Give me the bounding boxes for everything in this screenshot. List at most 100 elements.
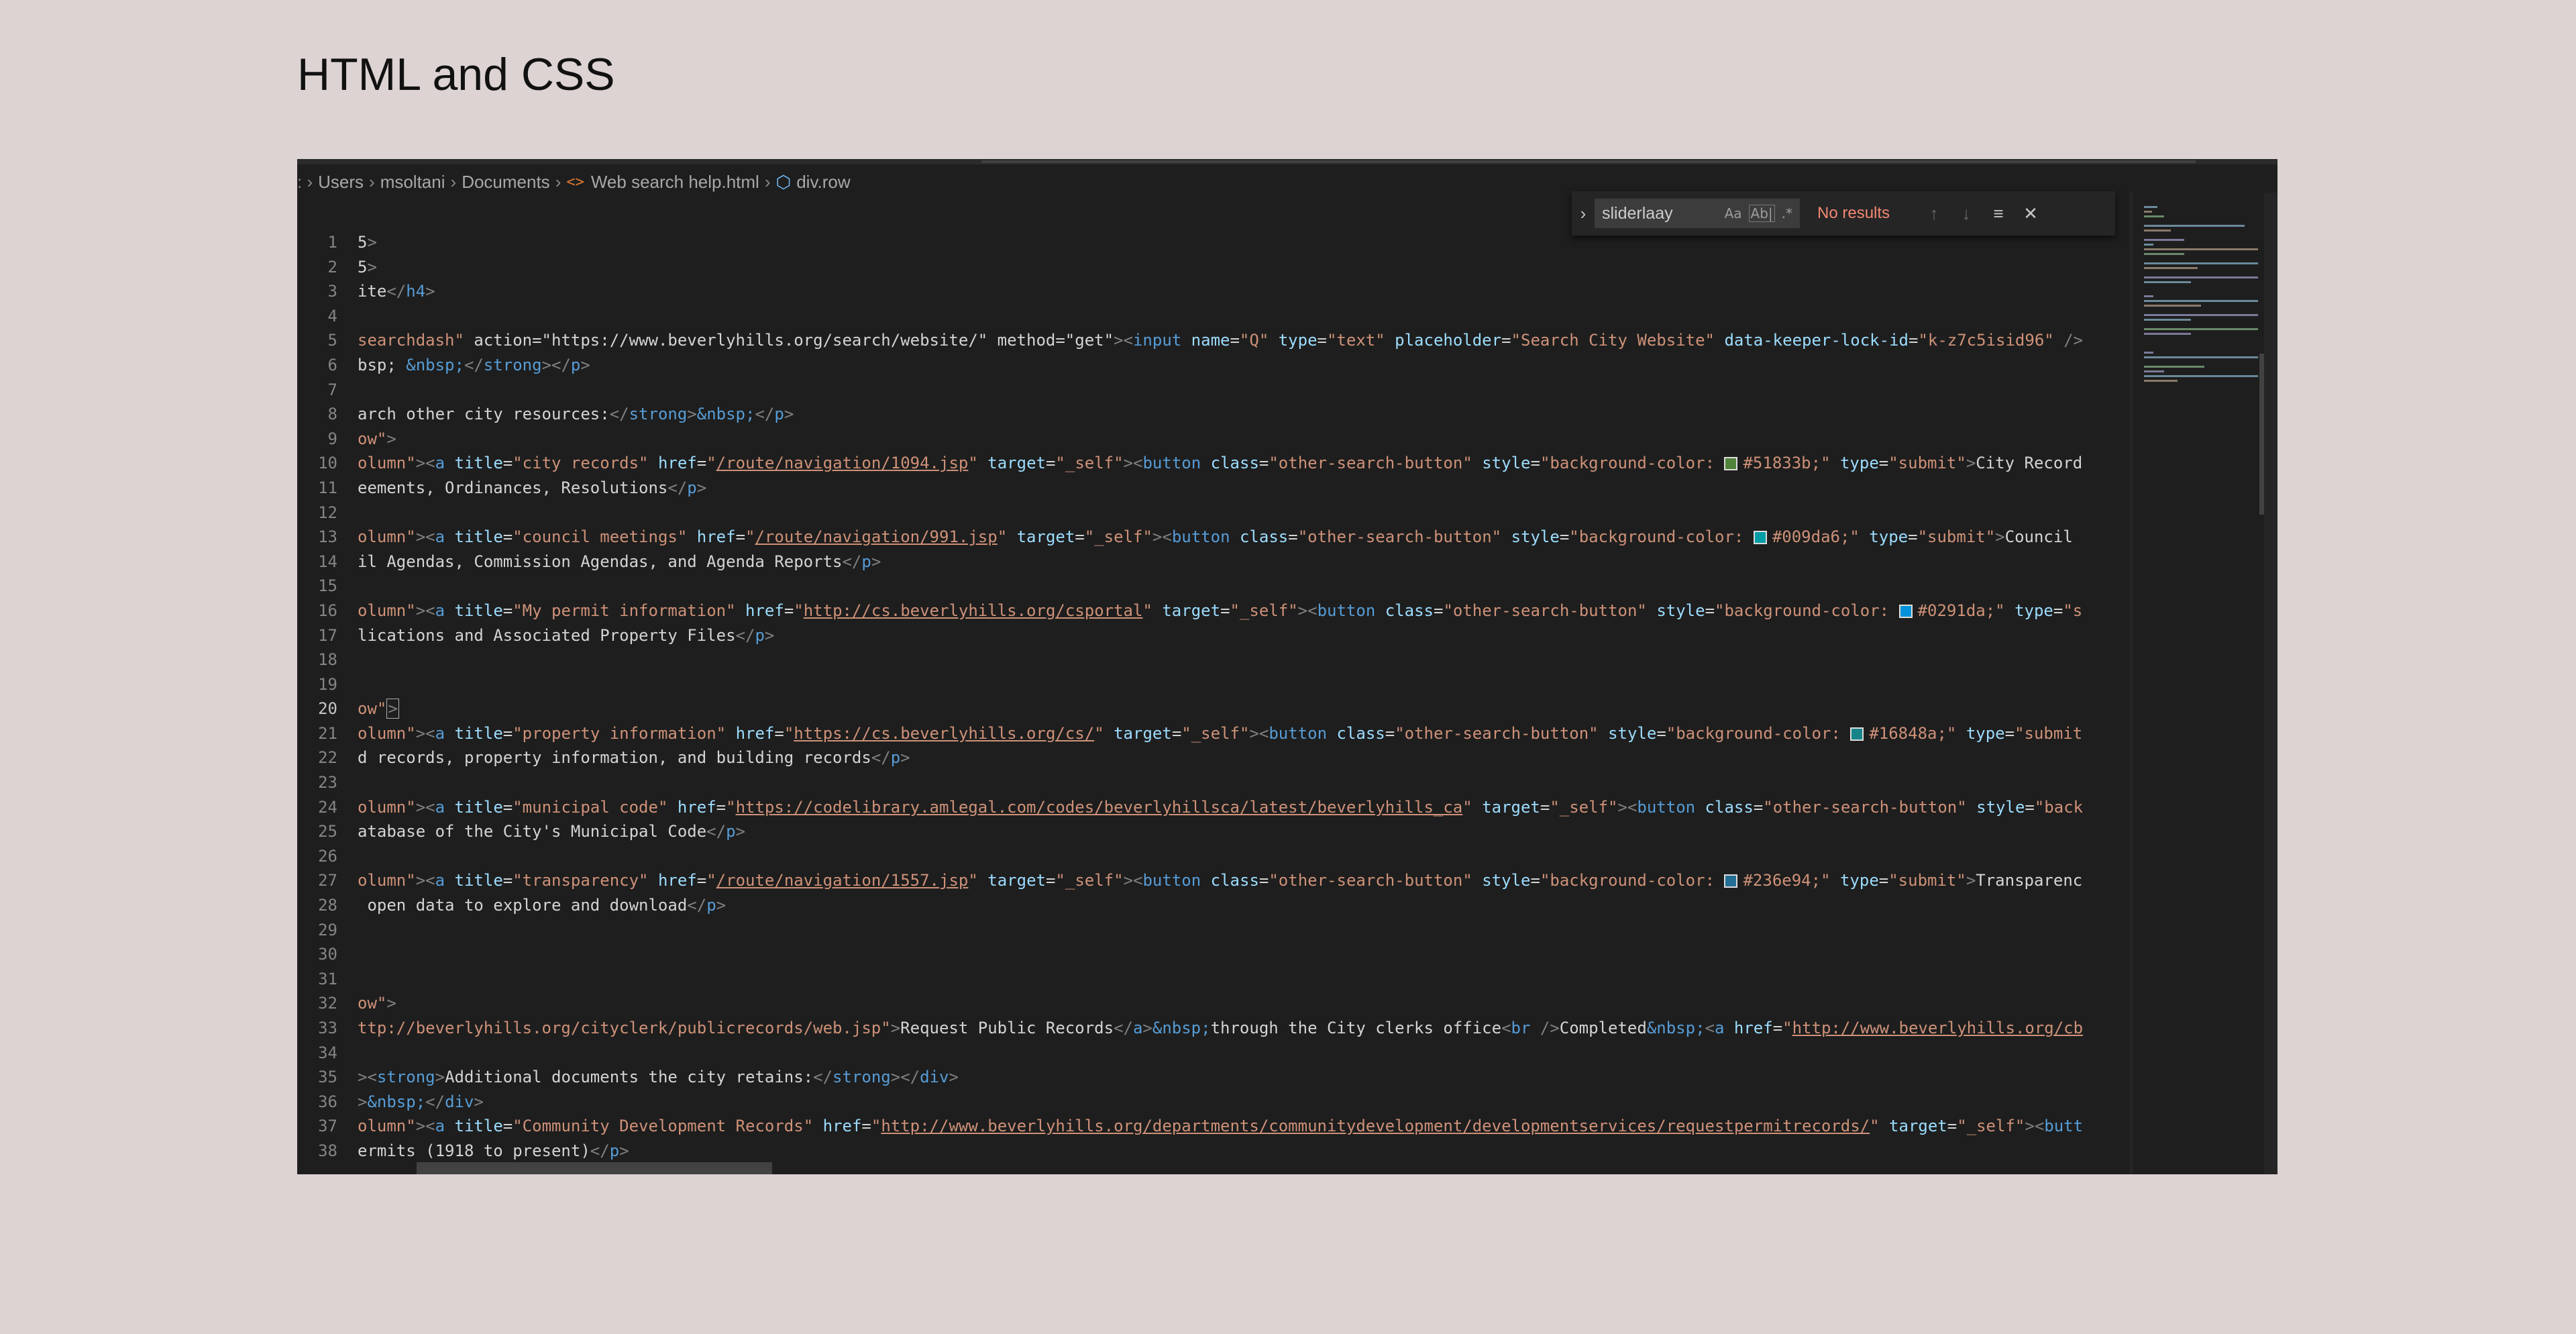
breadcrumb-item-documents[interactable]: Documents: [462, 172, 550, 193]
chevron-right-icon: : ›: [297, 171, 313, 192]
html-file-icon: <>: [566, 173, 584, 191]
chevron-right-icon: ›: [450, 171, 457, 192]
code-line[interactable]: [358, 574, 2135, 599]
code-line[interactable]: il Agendas, Commission Agendas, and Agen…: [358, 550, 2135, 574]
code-line[interactable]: ermits (1918 to present)</p>: [358, 1139, 2135, 1164]
minimap-line: [2144, 314, 2258, 316]
minimap-line: [2144, 370, 2164, 372]
chevron-right-icon: ›: [555, 171, 561, 192]
editor-vertical-scrollbar[interactable]: [2129, 193, 2133, 1174]
code-area[interactable]: 5> 5> ite</h4> searchdash" action="https://…: [358, 230, 2135, 1164]
code-line[interactable]: [358, 672, 2135, 697]
code-line[interactable]: olumn"><a title="transparency" href="/ro…: [358, 868, 2135, 893]
line-number: 12: [318, 503, 337, 522]
code-line[interactable]: searchdash" action="https://www.beverlyh…: [358, 328, 2135, 353]
tab-scrollbar[interactable]: [297, 159, 2277, 164]
breadcrumb-item-symbol[interactable]: div.row: [796, 172, 850, 193]
code-line[interactable]: olumn"><a title="Community Development R…: [358, 1114, 2135, 1139]
code-line[interactable]: ow">: [358, 991, 2135, 1016]
minimap-line: [2144, 295, 2153, 297]
line-number: 37: [318, 1117, 337, 1136]
code-line[interactable]: [358, 942, 2135, 967]
code-line[interactable]: >&nbsp;</div>: [358, 1090, 2135, 1115]
minimap-line: [2144, 211, 2152, 213]
code-line[interactable]: open data to explore and download</p>: [358, 893, 2135, 918]
find-input-value[interactable]: sliderlaay: [1595, 204, 1725, 223]
page-title: HTML and CSS: [297, 49, 615, 100]
close-icon[interactable]: ✕: [2015, 203, 2047, 224]
code-line[interactable]: [358, 967, 2135, 992]
line-number: 14: [318, 552, 337, 571]
horizontal-scrollbar-thumb[interactable]: [417, 1162, 772, 1174]
find-status: No results: [1817, 204, 1890, 222]
code-line[interactable]: bsp; &nbsp;</strong></p>: [358, 353, 2135, 378]
line-number: 30: [318, 945, 337, 964]
line-number: 33: [318, 1019, 337, 1037]
code-line[interactable]: olumn"><a title="municipal code" href="h…: [358, 795, 2135, 820]
line-number: 31: [318, 969, 337, 988]
code-line[interactable]: eements, Ordinances, Resolutions</p>: [358, 476, 2135, 501]
line-number: 5: [327, 331, 337, 350]
line-number: 15: [318, 576, 337, 596]
code-line[interactable]: olumn"><a title="council meetings" href=…: [358, 525, 2135, 550]
toggle-replace-chevron-icon[interactable]: ›: [1572, 203, 1595, 224]
line-number: 35: [318, 1068, 337, 1087]
code-line[interactable]: olumn"><a title="city records" href="/ro…: [358, 451, 2135, 476]
code-line[interactable]: arch other city resources:</strong>&nbsp…: [358, 402, 2135, 427]
arrow-down-icon[interactable]: ↓: [1950, 203, 1982, 224]
line-number: 24: [318, 797, 337, 817]
code-line[interactable]: [358, 378, 2135, 403]
code-line[interactable]: lications and Associated Property Files<…: [358, 623, 2135, 648]
code-line[interactable]: ite</h4>: [358, 279, 2135, 304]
find-in-selection-icon[interactable]: ≡: [1982, 203, 2015, 224]
breadcrumb-item-users[interactable]: Users: [318, 172, 364, 193]
code-line[interactable]: ><strong>Additional documents the city r…: [358, 1065, 2135, 1090]
minimap-line: [2144, 244, 2153, 246]
minimap-line: [2144, 305, 2201, 307]
line-number-gutter[interactable]: 1 2 3 4 5 6 7 8 9 10 11 12 13 14 15 16 17 18 19 20 21 22 23 24 2…: [297, 230, 337, 1164]
line-number: 21: [318, 723, 337, 743]
code-line[interactable]: [358, 770, 2135, 795]
chevron-right-icon: ›: [764, 171, 771, 192]
line-number: 25: [318, 822, 337, 841]
code-line[interactable]: ttp://beverlyhills.org/cityclerk/publicr…: [358, 1016, 2135, 1041]
breadcrumb-item-file[interactable]: Web search help.html: [591, 172, 759, 193]
use-regex-icon[interactable]: .*: [1782, 205, 1792, 221]
minimap-line: [2144, 276, 2258, 278]
line-number: 34: [318, 1043, 337, 1062]
code-line[interactable]: [358, 501, 2135, 525]
find-input[interactable]: sliderlaay Aa Ab| .*: [1595, 199, 1800, 228]
breadcrumb-item-user[interactable]: msoltani: [380, 172, 445, 193]
arrow-up-icon[interactable]: ↑: [1918, 203, 1950, 224]
line-number: 1: [327, 233, 337, 252]
line-number: 32: [318, 994, 337, 1013]
line-number: 27: [318, 871, 337, 890]
minimap-line: [2144, 267, 2198, 269]
code-line[interactable]: [358, 1041, 2135, 1066]
minimap-line: [2144, 229, 2171, 232]
tab-scrollbar-thumb[interactable]: [981, 160, 2196, 163]
code-line[interactable]: olumn"><a title="My permit information" …: [358, 599, 2135, 623]
code-line[interactable]: [358, 304, 2135, 329]
code-line[interactable]: ow">: [358, 427, 2135, 452]
code-line[interactable]: d records, property information, and bui…: [358, 746, 2135, 770]
code-line[interactable]: atabase of the City's Municipal Code</p>: [358, 819, 2135, 844]
code-line[interactable]: olumn"><a title="property information" h…: [358, 721, 2135, 746]
line-number: 10: [318, 454, 337, 473]
line-number: 16: [318, 601, 337, 620]
code-line[interactable]: [358, 648, 2135, 672]
match-case-icon[interactable]: Aa: [1725, 205, 1742, 221]
minimap-line: [2144, 300, 2258, 302]
line-number: 8: [327, 405, 337, 424]
minimap-line: [2144, 328, 2258, 330]
code-line[interactable]: ow">: [358, 697, 2135, 721]
minimap-line: [2144, 206, 2157, 208]
code-line[interactable]: [358, 844, 2135, 869]
code-line[interactable]: [358, 918, 2135, 943]
code-editor[interactable]: : › Users › msoltani › Documents › <> We…: [297, 159, 2277, 1174]
line-number: 3: [327, 282, 337, 301]
match-whole-word-icon[interactable]: Ab|: [1748, 205, 1775, 222]
code-line[interactable]: 5>: [358, 255, 2135, 280]
line-number: 9: [327, 429, 337, 448]
minimap[interactable]: [2139, 193, 2277, 1174]
